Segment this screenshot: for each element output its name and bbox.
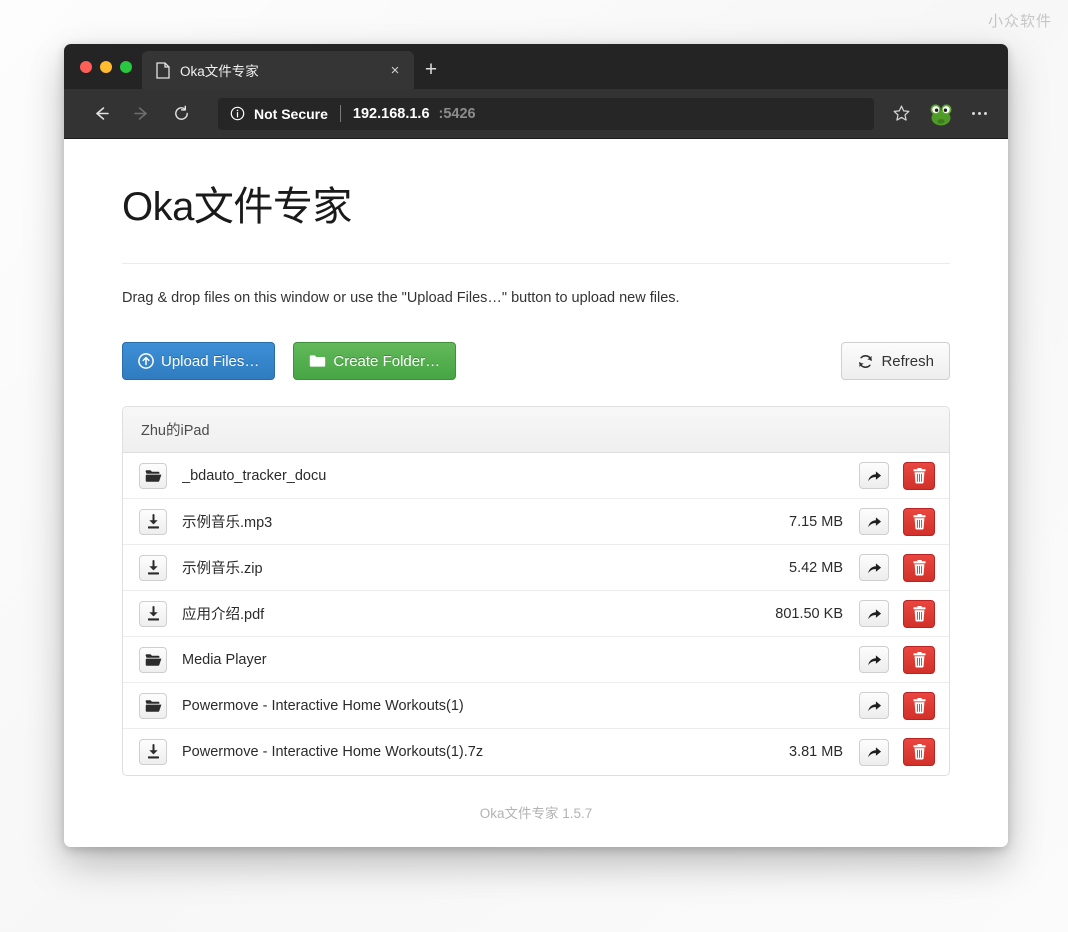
file-list-header: Zhu的iPad <box>123 407 949 453</box>
app-footer-version: Oka文件专家 1.5.7 <box>479 806 593 821</box>
window-controls <box>76 44 142 89</box>
delete-button[interactable] <box>903 553 935 582</box>
browser-tab-title: Oka文件专家 <box>180 64 259 79</box>
open-folder-icon[interactable] <box>139 462 167 489</box>
refresh-label: Refresh <box>881 352 934 370</box>
bookmark-button[interactable] <box>884 97 918 131</box>
file-name: _bdauto_tracker_docu <box>182 467 327 484</box>
share-button[interactable] <box>859 462 889 489</box>
page-title: Oka文件专家 <box>122 185 352 229</box>
forward-button[interactable] <box>122 97 160 131</box>
refresh-button[interactable]: Refresh <box>841 342 950 380</box>
share-button[interactable] <box>859 692 889 719</box>
maximize-window-button[interactable] <box>120 60 132 73</box>
share-button[interactable] <box>859 600 889 627</box>
url-port: :5426 <box>438 105 476 122</box>
url-host: 192.168.1.6 <box>352 105 430 122</box>
document-icon <box>156 61 170 79</box>
reload-button[interactable] <box>162 97 200 131</box>
reload-icon <box>174 105 188 120</box>
file-row[interactable]: 示例音乐.mp3 7.15 MB <box>123 499 949 545</box>
delete-button[interactable] <box>903 738 935 766</box>
file-name: 示例音乐.mp3 <box>182 515 273 531</box>
file-row[interactable]: 示例音乐.zip 5.42 MB <box>123 545 949 591</box>
upload-files-label: Upload Files… <box>161 352 260 370</box>
file-size: 3.81 MB <box>789 744 843 760</box>
share-button[interactable] <box>859 738 889 766</box>
info-circle-icon <box>230 106 245 121</box>
file-row[interactable]: Media Player <box>123 637 949 683</box>
open-folder-icon[interactable] <box>139 692 167 719</box>
download-icon[interactable] <box>139 739 167 765</box>
page-content: Oka文件专家 Drag & drop files on this window… <box>64 139 1008 847</box>
more-options-icon <box>971 112 975 115</box>
browser-window: Oka文件专家 × + Not Secure 192.168.1.6:5426… <box>64 44 1008 847</box>
file-list-panel: Zhu的iPad _bdauto_tracker_docu 示例音乐.mp3 7.1… <box>122 406 950 776</box>
site-watermark: 小众软件 <box>987 13 1052 30</box>
title-divider <box>122 263 950 264</box>
file-row[interactable]: Powermove - Interactive Home Workouts(1)… <box>123 729 949 775</box>
share-button[interactable] <box>859 508 889 535</box>
file-name: Media Player <box>182 651 267 668</box>
upload-hint-text: Drag & drop files on this window or use … <box>122 290 680 306</box>
delete-button[interactable] <box>903 599 935 628</box>
create-folder-button[interactable]: Create Folder… <box>293 342 457 380</box>
security-status-label: Not Secure <box>254 105 328 122</box>
browser-tab[interactable]: Oka文件专家 × <box>142 51 414 89</box>
file-name: Powermove - Interactive Home Workouts(1) <box>182 697 464 714</box>
delete-button[interactable] <box>903 645 935 674</box>
download-icon[interactable] <box>139 554 167 581</box>
close-icon[interactable]: × <box>386 61 404 79</box>
file-row[interactable]: 应用介绍.pdf 801.50 KB <box>123 591 949 637</box>
folder-icon <box>310 355 326 367</box>
file-size: 801.50 KB <box>775 605 843 622</box>
screen: 小众软件 Oka文件专家 × + Not Secure 192.168.1.6 … <box>0 0 1068 932</box>
share-button[interactable] <box>859 554 889 581</box>
delete-button[interactable] <box>903 691 935 720</box>
delete-button[interactable] <box>903 507 935 536</box>
more-options-icon <box>977 112 981 115</box>
more-options-button[interactable] <box>964 97 994 131</box>
upload-files-button[interactable]: Upload Files… <box>122 342 276 380</box>
omnibox-divider <box>339 105 341 122</box>
file-row[interactable]: Powermove - Interactive Home Workouts(1) <box>123 683 949 729</box>
download-icon[interactable] <box>139 600 167 627</box>
back-button[interactable] <box>82 97 120 131</box>
minimize-window-button[interactable] <box>100 60 112 73</box>
file-row[interactable]: _bdauto_tracker_docu <box>123 453 949 499</box>
file-size: 5.42 MB <box>789 559 843 576</box>
file-name: Powermove - Interactive Home Workouts(1)… <box>182 744 484 760</box>
arrow-left-icon <box>95 107 109 120</box>
download-icon[interactable] <box>139 508 167 535</box>
close-window-button[interactable] <box>80 60 92 73</box>
delete-button[interactable] <box>903 461 935 490</box>
file-name: 示例音乐.zip <box>182 561 263 577</box>
file-size: 7.15 MB <box>789 513 843 530</box>
star-icon <box>893 105 909 121</box>
file-list-body: _bdauto_tracker_docu 示例音乐.mp3 7.15 MB 示例音乐.… <box>123 453 949 775</box>
action-button-row: Upload Files… Create Folder… Refresh <box>122 342 950 380</box>
more-options-icon <box>983 112 987 115</box>
arrow-right-icon <box>133 107 147 120</box>
open-folder-icon[interactable] <box>139 646 167 673</box>
share-button[interactable] <box>859 646 889 673</box>
frog-avatar-icon[interactable] <box>928 101 954 127</box>
browser-tab-strip: Oka文件专家 × + <box>64 44 1008 89</box>
new-tab-button[interactable]: + <box>414 51 448 89</box>
file-name: 应用介绍.pdf <box>182 607 265 623</box>
create-folder-label: Create Folder… <box>333 352 441 370</box>
address-bar[interactable]: Not Secure 192.168.1.6 :5426 <box>218 97 874 130</box>
browser-toolbar: Not Secure 192.168.1.6 :5426 <box>64 89 1008 139</box>
upload-circle-icon <box>138 353 154 369</box>
refresh-icon <box>859 354 873 368</box>
